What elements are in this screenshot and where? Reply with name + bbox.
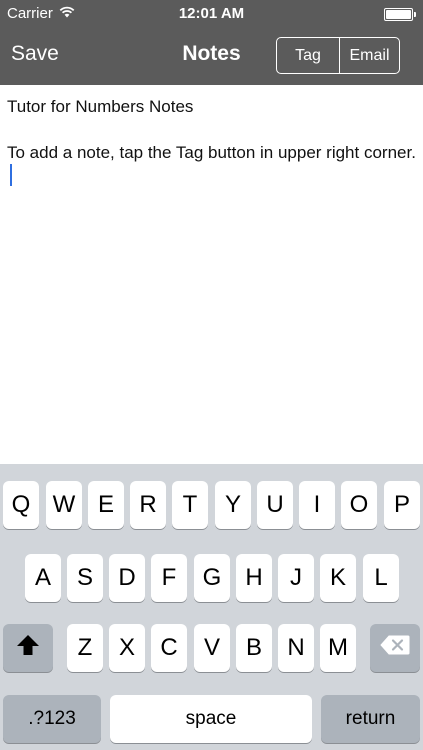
key-d[interactable]: D	[109, 554, 145, 602]
key-e[interactable]: E	[88, 481, 124, 529]
key-p[interactable]: P	[384, 481, 420, 529]
key-l[interactable]: L	[363, 554, 399, 602]
key-o[interactable]: O	[341, 481, 377, 529]
delete-key[interactable]	[370, 624, 420, 672]
email-button[interactable]: Email	[339, 38, 399, 73]
navigation-bar: Save Notes Tag Email	[0, 28, 423, 85]
shift-key[interactable]	[3, 624, 53, 672]
key-s[interactable]: S	[67, 554, 103, 602]
note-title-line: Tutor for Numbers Notes	[7, 97, 194, 116]
status-bar: Carrier 12:01 AM	[0, 0, 423, 28]
keyboard: Q W E R T Y U I O P A S D F G H J K L Z …	[0, 464, 423, 750]
delete-icon	[380, 634, 410, 662]
key-y[interactable]: Y	[215, 481, 251, 529]
tag-email-segmented-control: Tag Email	[276, 37, 400, 74]
key-k[interactable]: K	[320, 554, 356, 602]
space-key[interactable]: space	[110, 695, 312, 743]
return-key[interactable]: return	[321, 695, 420, 743]
shift-icon	[16, 634, 40, 663]
key-w[interactable]: W	[46, 481, 82, 529]
key-r[interactable]: R	[130, 481, 166, 529]
note-body-text: To add a note, tap the Tag button in upp…	[7, 143, 416, 162]
key-x[interactable]: X	[109, 624, 145, 672]
status-time: 12:01 AM	[178, 5, 245, 22]
key-f[interactable]: F	[151, 554, 187, 602]
key-z[interactable]: Z	[67, 624, 103, 672]
key-i[interactable]: I	[299, 481, 335, 529]
note-text-area[interactable]: Tutor for Numbers Notes To add a note, t…	[0, 85, 423, 463]
text-cursor	[10, 164, 12, 186]
key-u[interactable]: U	[257, 481, 293, 529]
save-button[interactable]: Save	[11, 42, 59, 66]
key-t[interactable]: T	[172, 481, 208, 529]
battery-icon	[384, 8, 416, 21]
key-g[interactable]: G	[194, 554, 230, 602]
key-j[interactable]: J	[278, 554, 314, 602]
key-m[interactable]: M	[320, 624, 356, 672]
key-h[interactable]: H	[236, 554, 272, 602]
key-a[interactable]: A	[25, 554, 61, 602]
key-n[interactable]: N	[278, 624, 314, 672]
note-body-line: To add a note, tap the Tag button in upp…	[7, 141, 417, 187]
tag-button[interactable]: Tag	[277, 38, 339, 73]
key-b[interactable]: B	[236, 624, 272, 672]
key-v[interactable]: V	[194, 624, 230, 672]
key-q[interactable]: Q	[3, 481, 39, 529]
numbers-key[interactable]: .?123	[3, 695, 101, 743]
key-c[interactable]: C	[151, 624, 187, 672]
